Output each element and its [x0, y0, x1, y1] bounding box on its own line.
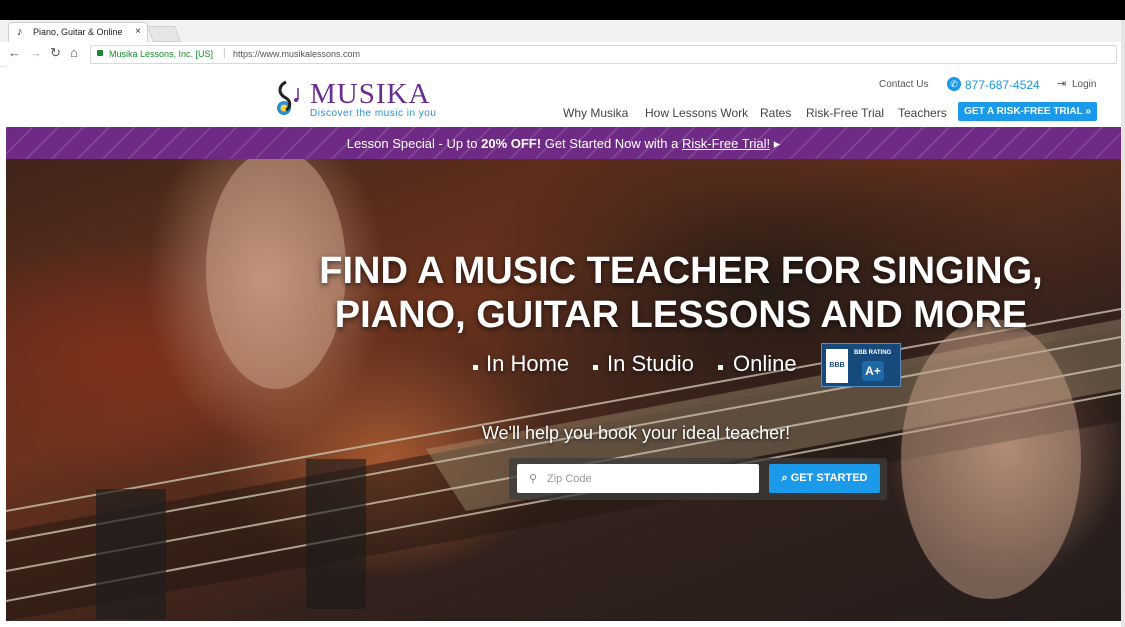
bullet-icon	[593, 365, 598, 370]
promo-prefix: Lesson Special - Up to	[346, 136, 482, 151]
musika-logo-icon[interactable]	[274, 78, 304, 118]
window-top-bar	[0, 0, 1125, 20]
phone-link[interactable]: 877-687-4524	[965, 78, 1040, 92]
hero-headline: FIND A MUSIC TEACHER FOR SINGING, PIANO,…	[316, 249, 1046, 337]
url-input[interactable]: Musika Lessons, Inc. [US] | https://www.…	[90, 45, 1117, 64]
promo-text: Lesson Special - Up to 20% OFF! Get Star…	[6, 136, 1121, 152]
risk-free-trial-button[interactable]: GET A RISK-FREE TRIAL »	[958, 102, 1097, 121]
headline-line-2: PIANO, GUITAR LESSONS AND MORE	[334, 294, 1028, 336]
nav-how-lessons-work[interactable]: How Lessons Work	[645, 106, 748, 120]
promo-banner: Lesson Special - Up to 20% OFF! Get Star…	[6, 127, 1121, 159]
search-icon: ⌕	[781, 472, 791, 484]
logo-tagline: Discover the music in you	[310, 108, 437, 119]
musika-favicon-icon: ♪	[17, 26, 23, 38]
forward-icon[interactable]: →	[29, 46, 42, 60]
url-text: https://www.musikalessons.com	[233, 49, 361, 59]
get-started-label: GET STARTED	[790, 472, 868, 484]
phone-icon: ✆	[947, 77, 961, 91]
nav-rates[interactable]: Rates	[760, 106, 791, 120]
hero-subheading: We'll help you book your ideal teacher!	[481, 423, 791, 443]
location-pin-icon: ⚲	[529, 473, 538, 485]
lock-icon	[97, 50, 103, 56]
tab-title: Piano, Guitar & Online M	[33, 27, 125, 37]
bullet-icon	[718, 365, 723, 370]
option-in-home: In Home	[486, 351, 570, 376]
zip-search-form: ⚲ ⌕ GET STARTED	[509, 458, 887, 500]
login-icon: ⇥	[1057, 78, 1067, 90]
bbb-grade: A+	[862, 361, 884, 381]
nav-risk-free-trial[interactable]: Risk-Free Trial	[806, 106, 884, 120]
option-online: Online	[733, 351, 797, 376]
logo-name[interactable]: MUSIKA	[310, 78, 430, 111]
nav-why-musika[interactable]: Why Musika	[563, 106, 628, 120]
hero-shade	[6, 159, 1121, 621]
nav-teachers[interactable]: Teachers	[898, 106, 947, 120]
promo-middle: Get Started Now with a	[541, 136, 682, 151]
option-in-studio: In Studio	[607, 351, 694, 376]
web-page: MUSIKA Discover the music in you Contact…	[6, 66, 1121, 621]
login-link[interactable]: Login	[1072, 79, 1096, 90]
headline-line-1: FIND A MUSIC TEACHER FOR SINGING,	[319, 250, 1043, 292]
new-tab-button[interactable]	[147, 26, 181, 42]
zip-code-input[interactable]	[517, 464, 759, 493]
get-started-button[interactable]: ⌕ GET STARTED	[769, 464, 880, 493]
url-separator: |	[223, 48, 226, 59]
bbb-rating-label: BBB RATING	[854, 350, 892, 356]
bullet-icon	[473, 365, 478, 370]
site-organization: Musika Lessons, Inc. [US]	[109, 49, 214, 59]
back-icon[interactable]: ←	[8, 46, 21, 60]
promo-discount: 20% OFF!	[481, 136, 542, 151]
site-header: MUSIKA Discover the music in you Contact…	[6, 66, 1121, 127]
reload-icon[interactable]: ↻	[50, 46, 61, 60]
bbb-rating-badge[interactable]: BBB BBB RATING A+	[821, 343, 901, 387]
hero-section: FIND A MUSIC TEACHER FOR SINGING, PIANO,…	[6, 159, 1121, 621]
promo-trial-link[interactable]: Risk-Free Trial!	[682, 136, 770, 151]
window-scroll-edge	[1121, 20, 1125, 627]
browser-tab[interactable]: ♪ Piano, Guitar & Online M ×	[8, 22, 148, 42]
promo-arrow-icon: ▸	[770, 136, 781, 151]
home-icon[interactable]: ⌂	[70, 46, 78, 60]
address-bar: ← → ↻ ⌂ Musika Lessons, Inc. [US] | http…	[0, 42, 1125, 67]
tab-strip: ♪ Piano, Guitar & Online M ×	[0, 20, 1125, 43]
contact-us-link[interactable]: Contact Us	[879, 79, 928, 90]
bbb-logo-icon: BBB	[826, 349, 848, 383]
tab-close-icon[interactable]: ×	[135, 26, 141, 37]
